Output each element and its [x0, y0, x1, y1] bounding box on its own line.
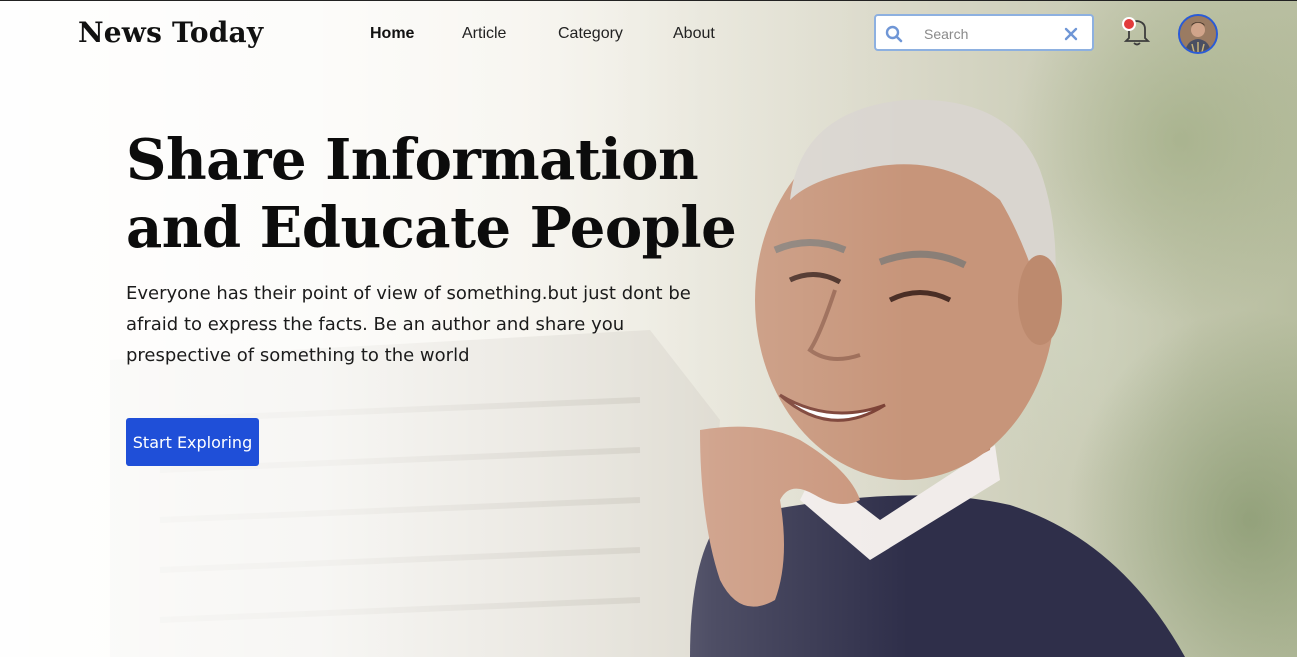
- nav-item-category[interactable]: Category: [558, 25, 623, 43]
- search-box: [874, 14, 1094, 51]
- notification-dot: [1122, 17, 1136, 31]
- close-icon[interactable]: [1064, 26, 1078, 45]
- hero-title-line-2: and Educate People: [126, 195, 737, 261]
- nav-item-home[interactable]: Home: [370, 25, 414, 43]
- nav-item-about[interactable]: About: [673, 25, 715, 43]
- hero-title: Share Information and Educate People: [126, 126, 766, 262]
- start-exploring-button[interactable]: Start Exploring: [126, 418, 259, 466]
- nav-item-article[interactable]: Article: [462, 25, 506, 43]
- hero-description: Everyone has their point of view of some…: [126, 283, 691, 366]
- search-input[interactable]: [922, 22, 1056, 46]
- navbar: News Today Home Article Category About: [0, 0, 1297, 68]
- avatar[interactable]: [1178, 14, 1218, 54]
- search-icon[interactable]: [885, 25, 903, 47]
- hero-title-line-1: Share Information: [126, 127, 699, 193]
- site-logo[interactable]: News Today: [78, 16, 263, 49]
